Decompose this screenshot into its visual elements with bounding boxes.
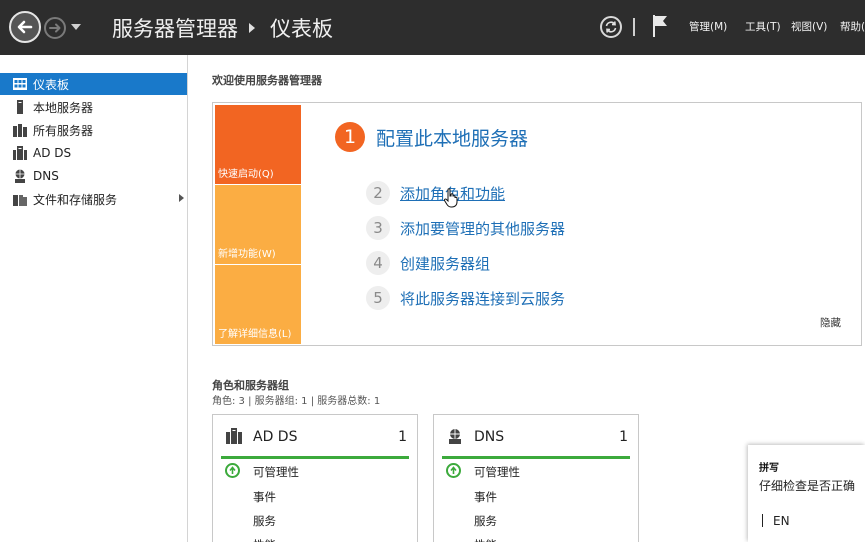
sidebar-item-label: AD DS	[33, 146, 72, 160]
title-bar: 服务器管理器 仪表板 管理(M) 工具(T) 视图(V) 帮助(	[0, 0, 865, 55]
file-storage-icon	[13, 195, 27, 206]
back-button[interactable]	[9, 11, 41, 43]
menu-view[interactable]: 视图(V)	[791, 19, 827, 34]
hide-link[interactable]: 隐藏	[820, 315, 841, 330]
input-language[interactable]: EN	[773, 514, 790, 528]
tile-learn-more[interactable]: 了解详细信息(L)	[215, 265, 301, 344]
card-count: 1	[619, 429, 628, 445]
card-row-performance[interactable]: 性能	[253, 537, 276, 542]
arrow-up-icon	[450, 466, 457, 474]
card-row-services[interactable]: 服务	[474, 513, 497, 529]
dashboard-icon	[13, 78, 27, 90]
breadcrumb: 服务器管理器 仪表板	[112, 13, 333, 43]
arrow-up-icon	[229, 466, 236, 474]
sidebar-item-label: DNS	[33, 169, 59, 183]
breadcrumb-page: 仪表板	[270, 17, 333, 41]
popup-title: 拼写	[759, 463, 779, 474]
sidebar-item-dns[interactable]: DNS	[0, 165, 187, 187]
status-bar	[221, 456, 409, 459]
sidebar-item-local-server[interactable]: 本地服务器	[0, 96, 187, 118]
groups-summary: 角色: 3 | 服务器组: 1 | 服务器总数: 1	[212, 396, 381, 407]
expand-arrow-icon[interactable]	[179, 194, 184, 202]
card-row-performance[interactable]: 性能	[474, 537, 497, 542]
ad-ds-icon	[226, 428, 242, 444]
step-number-5: 5	[366, 286, 390, 310]
menu-manage[interactable]: 管理(M)	[689, 19, 727, 34]
sidebar-item-dashboard[interactable]: 仪表板	[0, 73, 187, 95]
step-link-connect-cloud[interactable]: 将此服务器连接到云服务	[400, 288, 565, 309]
arrow-right-icon	[49, 23, 61, 33]
sidebar-item-file-storage[interactable]: 文件和存储服务	[0, 188, 187, 210]
card-title: AD DS	[253, 429, 298, 445]
header-divider	[633, 18, 635, 36]
menu-help[interactable]: 帮助(	[840, 19, 865, 34]
step-link-add-servers[interactable]: 添加要管理的其他服务器	[400, 218, 565, 239]
step-number-2: 2	[366, 181, 390, 205]
card-title: DNS	[474, 429, 505, 445]
tile-label: 了解详细信息(L)	[218, 329, 292, 340]
all-servers-icon	[13, 124, 27, 137]
dns-icon	[449, 429, 461, 444]
breadcrumb-app: 服务器管理器	[112, 17, 238, 41]
card-row-events[interactable]: 事件	[474, 489, 497, 505]
welcome-title: 欢迎使用服务器管理器	[212, 74, 322, 87]
manageability-ok-icon	[225, 463, 240, 478]
notification-flag-icon[interactable]	[652, 14, 668, 38]
hand-cursor-icon	[443, 188, 458, 208]
sidebar-item-label: 所有服务器	[33, 123, 94, 138]
card-row-services[interactable]: 服务	[253, 513, 276, 529]
step-number-1: 1	[335, 122, 365, 152]
sidebar-item-ad-ds[interactable]: AD DS	[0, 142, 187, 164]
dns-icon	[15, 169, 25, 183]
sidebar-item-label: 仪表板	[33, 77, 70, 92]
step-link-create-group[interactable]: 创建服务器组	[400, 253, 490, 274]
spelling-popup: 拼写 仔细检查是否正确 EN	[748, 445, 865, 542]
local-server-icon	[17, 100, 23, 114]
card-row-manageability[interactable]: 可管理性	[474, 464, 520, 480]
tile-quick-start[interactable]: 快速启动(Q)	[215, 105, 301, 184]
popup-message: 仔细检查是否正确	[759, 479, 856, 493]
step-number-3: 3	[366, 216, 390, 240]
refresh-icon	[605, 21, 617, 33]
breadcrumb-separator-icon	[249, 23, 255, 33]
history-dropdown-icon[interactable]	[70, 22, 82, 32]
forward-button[interactable]	[44, 17, 66, 39]
tile-label: 新增功能(W)	[218, 249, 276, 260]
ad-ds-icon	[13, 146, 27, 160]
sidebar: 仪表板 本地服务器 所有服务器 AD DS DNS 文件和存储服务	[0, 55, 188, 542]
arrow-left-icon	[17, 20, 33, 34]
tile-whats-new[interactable]: 新增功能(W)	[215, 185, 301, 264]
tile-label: 快速启动(Q)	[218, 169, 274, 180]
card-count: 1	[398, 429, 407, 445]
card-row-manageability[interactable]: 可管理性	[253, 464, 299, 480]
text-caret	[762, 514, 763, 527]
sidebar-item-label: 文件和存储服务	[33, 192, 118, 207]
step-link-configure-local-server[interactable]: 配置此本地服务器	[376, 124, 528, 151]
status-bar	[442, 456, 630, 459]
step-number-4: 4	[366, 251, 390, 275]
refresh-button[interactable]	[600, 16, 622, 38]
sidebar-item-all-servers[interactable]: 所有服务器	[0, 119, 187, 141]
role-card-ad-ds[interactable]: AD DS 1 可管理性 事件 服务 性能	[212, 414, 418, 542]
sidebar-item-label: 本地服务器	[33, 100, 94, 115]
manageability-ok-icon	[446, 463, 461, 478]
role-card-dns[interactable]: DNS 1 可管理性 事件 服务 性能	[433, 414, 639, 542]
groups-title: 角色和服务器组	[212, 379, 289, 392]
card-row-events[interactable]: 事件	[253, 489, 276, 505]
menu-tools[interactable]: 工具(T)	[745, 19, 781, 34]
